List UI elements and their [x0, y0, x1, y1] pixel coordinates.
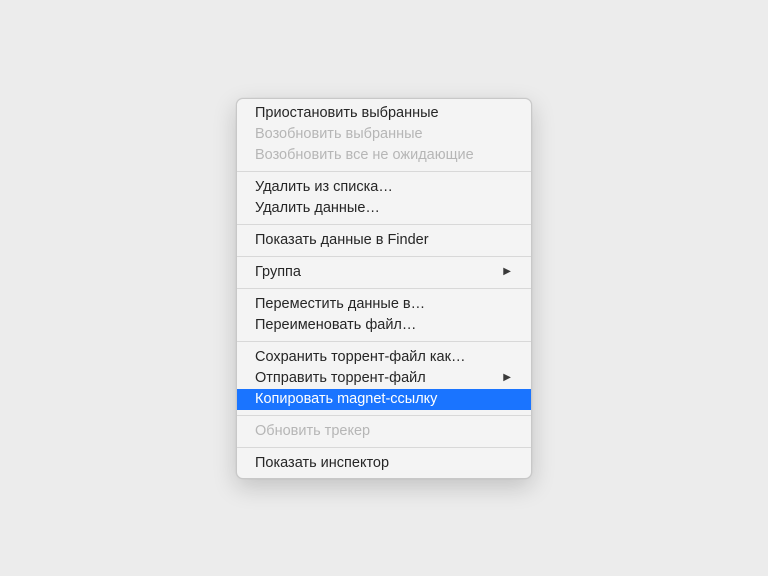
menu-separator [237, 171, 531, 172]
menu-item-copy-magnet-link[interactable]: Копировать magnet-ссылку [237, 389, 531, 410]
menu-item-group[interactable]: Группа ▶ [237, 262, 531, 283]
menu-item-label: Показать данные в Finder [255, 232, 429, 248]
menu-separator [237, 256, 531, 257]
menu-item-remove-from-list[interactable]: Удалить из списка… [237, 177, 531, 198]
menu-item-pause-selected[interactable]: Приостановить выбранные [237, 103, 531, 124]
menu-item-rename-file[interactable]: Переименовать файл… [237, 315, 531, 336]
menu-item-send-torrent-file[interactable]: Отправить торрент-файл ▶ [237, 368, 531, 389]
menu-item-label: Отправить торрент-файл [255, 370, 426, 386]
menu-item-label: Приостановить выбранные [255, 105, 439, 121]
menu-item-label: Обновить трекер [255, 423, 370, 439]
menu-item-label: Возобновить все не ожидающие [255, 147, 474, 163]
menu-item-resume-all-not-waiting: Возобновить все не ожидающие [237, 145, 531, 166]
menu-item-label: Переместить данные в… [255, 296, 425, 312]
menu-item-move-data-to[interactable]: Переместить данные в… [237, 294, 531, 315]
menu-item-show-in-finder[interactable]: Показать данные в Finder [237, 230, 531, 251]
menu-item-label: Группа [255, 264, 301, 280]
menu-separator [237, 447, 531, 448]
menu-item-resume-selected: Возобновить выбранные [237, 124, 531, 145]
menu-item-label: Возобновить выбранные [255, 126, 423, 142]
menu-item-label: Копировать magnet-ссылку [255, 391, 437, 407]
menu-item-delete-data[interactable]: Удалить данные… [237, 198, 531, 219]
menu-separator [237, 288, 531, 289]
menu-separator [237, 341, 531, 342]
menu-item-save-torrent-file-as[interactable]: Сохранить торрент-файл как… [237, 347, 531, 368]
menu-separator [237, 415, 531, 416]
menu-item-show-inspector[interactable]: Показать инспектор [237, 453, 531, 474]
menu-item-update-tracker: Обновить трекер [237, 421, 531, 442]
submenu-arrow-icon: ▶ [503, 373, 511, 383]
menu-item-label: Переименовать файл… [255, 317, 416, 333]
submenu-arrow-icon: ▶ [503, 267, 511, 277]
menu-item-label: Показать инспектор [255, 455, 389, 471]
menu-item-label: Сохранить торрент-файл как… [255, 349, 465, 365]
context-menu: Приостановить выбранные Возобновить выбр… [236, 98, 532, 479]
menu-item-label: Удалить данные… [255, 200, 380, 216]
menu-separator [237, 224, 531, 225]
menu-item-label: Удалить из списка… [255, 179, 393, 195]
